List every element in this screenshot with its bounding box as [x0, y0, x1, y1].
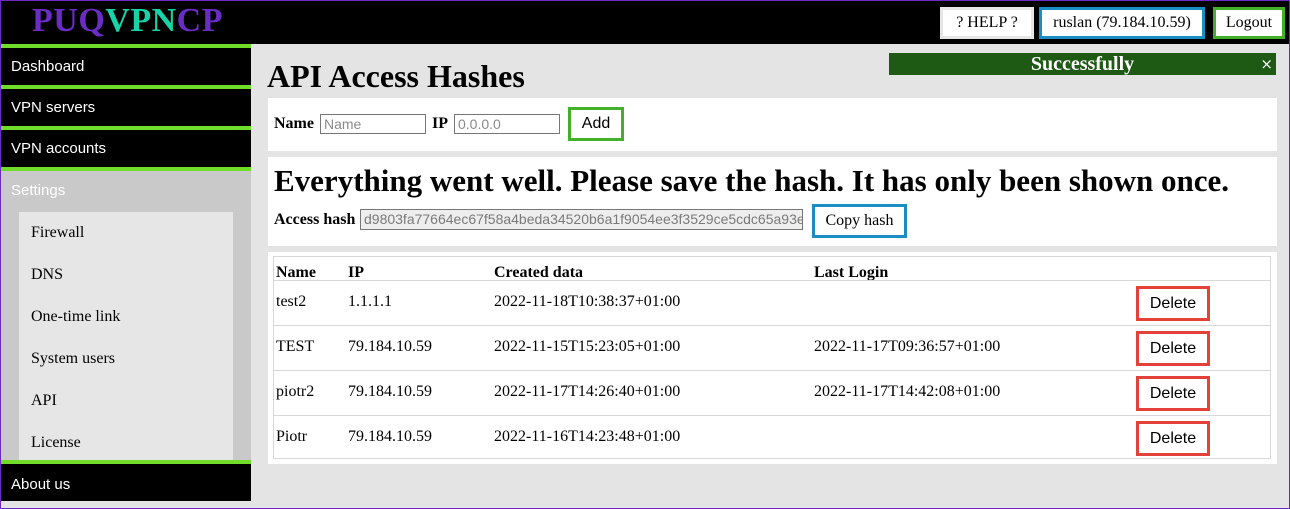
sidebar-item-system-users[interactable]: System users	[31, 350, 115, 368]
cell-last-login: 2022-11-17T09:36:57+01:00	[814, 338, 1001, 355]
cell-ip: 79.184.10.59	[348, 338, 432, 355]
cell-name: TEST	[276, 338, 315, 355]
sidebar-item-one-time-link[interactable]: One-time link	[31, 308, 120, 326]
cell-name: piotr2	[276, 383, 315, 400]
top-bar: PUQVPNCP ? HELP ? ruslan (79.184.10.59) …	[0, 0, 1290, 44]
sidebar-item-firewall[interactable]: Firewall	[31, 224, 84, 242]
help-button[interactable]: ? HELP ?	[940, 7, 1034, 39]
sidebar-group-settings: Settings Firewall DNS One-time link Syst…	[0, 167, 251, 465]
success-toast: Successfully ×	[889, 53, 1276, 75]
cell-created: 2022-11-17T14:26:40+01:00	[494, 383, 681, 400]
name-input[interactable]	[320, 114, 426, 134]
table-row: Piotr 79.184.10.59 2022-11-16T14:23:48+0…	[274, 415, 1270, 461]
sidebar-item-vpn-accounts[interactable]: VPN accounts	[0, 126, 251, 167]
logo[interactable]: PUQVPNCP	[32, 2, 223, 40]
cell-created: 2022-11-16T14:23:48+01:00	[494, 428, 681, 445]
hash-result-panel: Everything went well. Please save the ha…	[268, 157, 1277, 246]
sidebar: Dashboard VPN servers VPN accounts Setti…	[0, 44, 251, 509]
access-hash-field[interactable]: d9803fa77664ec67f58a4beda34520b6a1f9054e…	[360, 209, 803, 230]
delete-button[interactable]: Delete	[1136, 421, 1210, 456]
sidebar-item-settings[interactable]: Settings	[11, 182, 65, 199]
cell-ip: 1.1.1.1	[348, 293, 392, 310]
ip-label: IP	[432, 115, 448, 132]
name-label: Name	[274, 115, 314, 132]
cell-last-login: 2022-11-17T14:42:08+01:00	[814, 383, 1001, 400]
hash-success-message: Everything went well. Please save the ha…	[274, 163, 1230, 198]
sidebar-item-dns[interactable]: DNS	[31, 266, 63, 284]
sidebar-item-api[interactable]: API	[31, 392, 57, 410]
user-button[interactable]: ruslan (79.184.10.59)	[1039, 7, 1205, 39]
hashes-table: Name IP Created data Last Login test2 1.…	[273, 256, 1271, 459]
delete-button[interactable]: Delete	[1136, 376, 1210, 411]
cell-created: 2022-11-18T10:38:37+01:00	[494, 293, 681, 310]
logo-part-vpn: VPN	[105, 2, 177, 39]
close-icon[interactable]: ×	[1260, 53, 1273, 75]
logout-button[interactable]: Logout	[1213, 7, 1285, 39]
sidebar-item-license[interactable]: License	[31, 434, 81, 452]
cell-name: Piotr	[276, 428, 308, 445]
table-row: test2 1.1.1.1 2022-11-18T10:38:37+01:00 …	[274, 280, 1270, 326]
sidebar-item-about-us[interactable]: About us	[0, 460, 251, 501]
cell-ip: 79.184.10.59	[348, 428, 432, 445]
page-title: API Access Hashes	[267, 58, 525, 94]
cell-ip: 79.184.10.59	[348, 383, 432, 400]
table-row: piotr2 79.184.10.59 2022-11-17T14:26:40+…	[274, 370, 1270, 416]
sidebar-item-vpn-servers[interactable]: VPN servers	[0, 85, 251, 126]
toast-message: Successfully	[1030, 53, 1135, 75]
cell-name: test2	[276, 293, 307, 310]
access-hash-label: Access hash	[274, 211, 356, 228]
settings-submenu: Firewall DNS One-time link System users …	[19, 212, 233, 465]
add-button[interactable]: Add	[568, 107, 624, 141]
table-row: TEST 79.184.10.59 2022-11-15T15:23:05+01…	[274, 325, 1270, 371]
delete-button[interactable]: Delete	[1136, 286, 1210, 321]
copy-hash-button[interactable]: Copy hash	[812, 204, 907, 238]
sidebar-item-dashboard[interactable]: Dashboard	[0, 44, 251, 85]
cell-created: 2022-11-15T15:23:05+01:00	[494, 338, 681, 355]
add-hash-form: Name IP Add	[268, 98, 1277, 151]
logo-part-cp: CP	[176, 2, 223, 39]
hashes-table-panel: Name IP Created data Last Login test2 1.…	[268, 252, 1277, 464]
ip-input[interactable]	[454, 114, 560, 134]
logo-part-puq: PUQ	[32, 2, 106, 39]
delete-button[interactable]: Delete	[1136, 331, 1210, 366]
